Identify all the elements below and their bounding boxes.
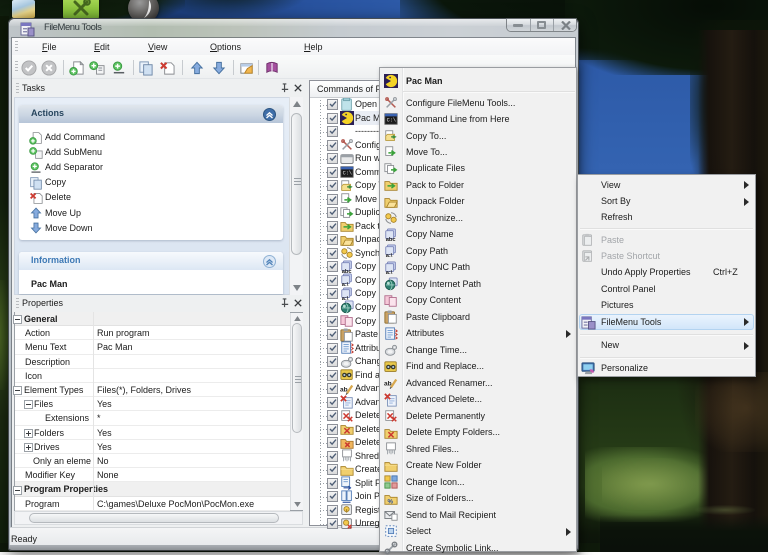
svg-text:C:\: C:\ [343,171,352,177]
svg-text:%: % [388,498,394,505]
svg-text:a:\: a:\ [386,270,393,275]
svg-text:a:\: a:\ [386,253,393,258]
svg-text:abc: abc [386,237,396,242]
svg-text:C:\: C:\ [387,118,396,124]
